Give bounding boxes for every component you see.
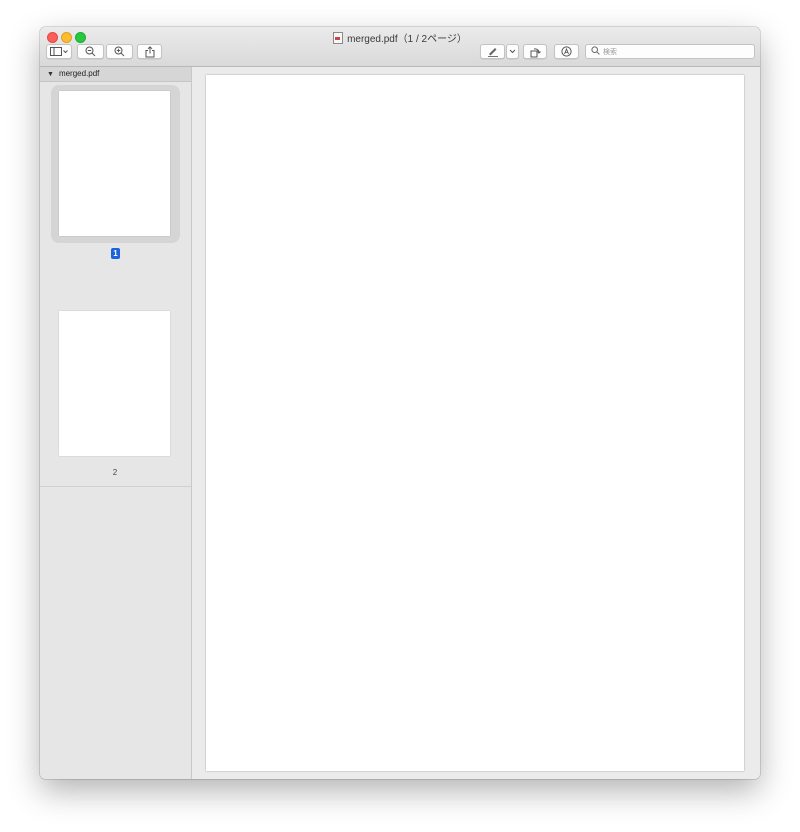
- search-placeholder: 検索: [603, 48, 617, 56]
- search-icon: [591, 46, 600, 57]
- zoom-in-icon: [114, 46, 125, 57]
- thumbnail-sidebar: ▼ merged.pdf 1 2: [40, 67, 192, 779]
- pdf-document-icon: [333, 32, 344, 44]
- page-thumbnail-1[interactable]: [59, 91, 170, 236]
- window-title: merged.pdf（1 / 2ページ）: [347, 34, 467, 45]
- document-viewer[interactable]: [192, 67, 760, 779]
- rotate-icon: [530, 47, 541, 57]
- zoom-out-button[interactable]: [77, 44, 104, 59]
- preview-window: merged.pdf（1 / 2ページ） 検索 ▼ merged.pdf 1 2: [40, 27, 760, 779]
- sidebar-divider: [40, 486, 191, 487]
- markup-menu-button[interactable]: [506, 44, 519, 59]
- sidebar-document-name: merged.pdf: [58, 69, 100, 78]
- sidebar-toggle-button[interactable]: [46, 44, 72, 59]
- window-title-wrap: merged.pdf（1 / 2ページ）: [40, 30, 760, 45]
- pen-icon: [487, 48, 498, 57]
- share-button[interactable]: [137, 44, 162, 59]
- disclosure-triangle-icon[interactable]: ▼: [47, 71, 54, 78]
- markup-pen-button[interactable]: [480, 44, 505, 59]
- zoom-out-icon: [85, 46, 96, 57]
- rotate-button[interactable]: [523, 44, 547, 59]
- page-thumbnail-2[interactable]: [59, 311, 170, 456]
- chevron-down-icon: [63, 49, 68, 53]
- chevron-down-icon: [509, 49, 516, 54]
- zoom-in-button[interactable]: [106, 44, 133, 59]
- sidebar-icon: [50, 46, 68, 56]
- pdf-page[interactable]: [206, 75, 744, 771]
- markup-icon: [561, 46, 572, 57]
- search-field[interactable]: 検索: [585, 44, 755, 59]
- page-number-label-2: 2: [112, 468, 118, 477]
- sidebar-document-header[interactable]: ▼ merged.pdf: [40, 67, 191, 82]
- page-number-label-1: 1: [111, 248, 120, 259]
- annotate-button[interactable]: [554, 44, 579, 59]
- titlebar[interactable]: merged.pdf（1 / 2ページ） 検索: [40, 27, 760, 67]
- share-icon: [145, 45, 154, 57]
